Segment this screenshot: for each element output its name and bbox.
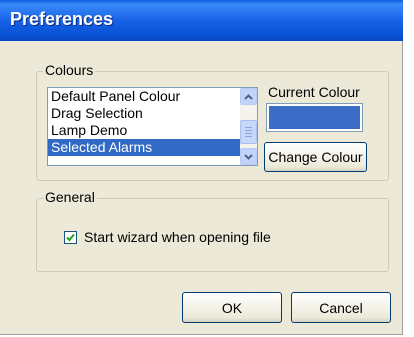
title-bar[interactable]: Preferences: [0, 0, 403, 41]
change-colour-button[interactable]: Change Colour: [264, 142, 367, 172]
current-colour-swatch: [266, 103, 363, 132]
current-colour-label: Current Colour: [268, 84, 360, 100]
list-item[interactable]: Drag Selection: [48, 105, 257, 122]
list-item[interactable]: Default Panel Colour: [48, 88, 257, 105]
listbox-scrollbar[interactable]: [240, 88, 257, 165]
cancel-button[interactable]: Cancel: [291, 292, 391, 323]
preferences-dialog: Preferences Colours Default Panel Colour…: [0, 0, 403, 335]
ok-button[interactable]: OK: [182, 292, 282, 323]
scrollbar-thumb[interactable]: [240, 120, 257, 144]
chevron-down-icon[interactable]: [240, 148, 257, 165]
chevron-up-icon[interactable]: [240, 88, 257, 105]
start-wizard-label[interactable]: Start wizard when opening file: [84, 229, 271, 245]
start-wizard-checkbox[interactable]: [64, 231, 77, 244]
list-item-selected[interactable]: Selected Alarms: [48, 139, 257, 156]
window-title: Preferences: [10, 9, 114, 29]
checkmark-icon: [66, 233, 75, 242]
general-group-label: General: [43, 189, 97, 205]
list-item[interactable]: Lamp Demo: [48, 122, 257, 139]
colours-group-label: Colours: [43, 62, 96, 78]
colour-listbox[interactable]: Default Panel Colour Drag Selection Lamp…: [47, 87, 258, 166]
